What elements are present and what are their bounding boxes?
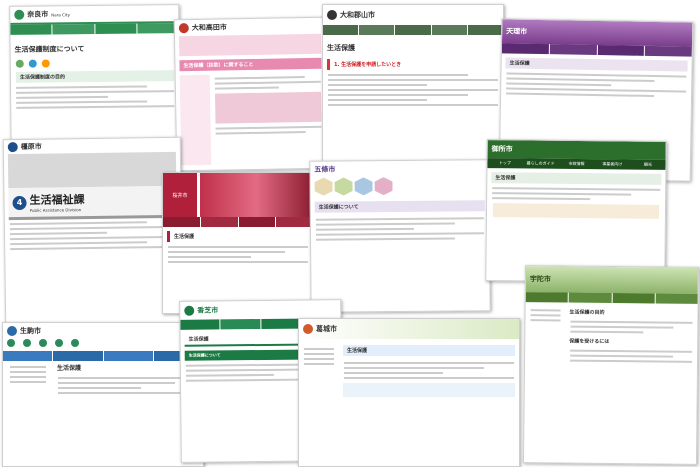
page-title: 生活保護 (491, 172, 662, 185)
nav-item[interactable]: 観光 (631, 160, 666, 170)
screenshot-uda: 宇陀市 生活保護の目的 保護を受けるには (522, 265, 700, 465)
yamatotakada-logo-icon (178, 23, 189, 34)
site-name: 宇陀市 (529, 275, 551, 284)
site-name: 大和郡山市 (340, 11, 375, 19)
kashihara-logo-icon (7, 142, 18, 153)
site-name: 御所市 (491, 145, 513, 154)
site-name: 天理市 (506, 27, 528, 36)
ikoma-logo-icon (7, 326, 17, 336)
page-title: 生活保護について (314, 200, 485, 213)
page-title: 生活保護 (343, 345, 515, 356)
nav-item[interactable]: 事業者向け (595, 159, 630, 169)
screenshot-katsuragi: 葛城市 生活保護 (298, 318, 520, 467)
page-title: 生活保護の目的 (569, 309, 605, 316)
screenshot-gojo: 五條市 生活保護について (309, 159, 491, 313)
nav-item[interactable]: 暮らしのガイド (523, 158, 558, 168)
page-title: 生活保護 (505, 57, 688, 72)
site-name: 橿原市 (20, 142, 42, 151)
page-title: 生活保護 (167, 231, 309, 242)
page-title: 生活保護制度について (14, 45, 85, 54)
site-name: 香芝市 (197, 306, 219, 315)
section-heading: 保護を受けるには (569, 338, 610, 345)
nav-item[interactable]: 市政情報 (559, 159, 594, 169)
screenshot-yamatotakada: 大和高田市 生活保護（扶助）に関すること (173, 16, 329, 172)
yamatokoriyama-logo-icon (327, 10, 337, 20)
site-name: 五條市 (314, 165, 336, 174)
site-name: 生駒市 (20, 327, 41, 335)
site-name: 葛城市 (316, 325, 337, 333)
site-name: 奈良市 (27, 10, 49, 19)
sign-jp: 生活福祉課 (29, 193, 85, 207)
sign-en: Public Assistance Division (29, 207, 82, 213)
section-heading: 1. 生活保護を申請したいとき (327, 59, 499, 70)
site-name: 大和高田市 (191, 23, 227, 33)
site-sub: Nara City (51, 11, 70, 17)
nav-item[interactable]: トップ (487, 158, 522, 168)
kashiba-logo-icon (184, 305, 195, 316)
page-title: 生活保護（扶助）に関すること (179, 57, 322, 72)
sign-number: 4 (12, 195, 27, 210)
screenshot-kashihara: 橿原市 4 生活福祉課 Public Assistance Division (2, 136, 184, 332)
page-title: 生活保護 (327, 44, 355, 52)
section-heading: 生活保護制度の目的 (15, 70, 174, 83)
katsuragi-logo-icon (303, 324, 313, 334)
nara-logo-icon (14, 9, 25, 20)
screenshot-ikoma: 生駒市 生活保護 (2, 322, 204, 467)
screenshot-sakurai: 桜井市 生活保護 (162, 172, 314, 314)
site-name: 桜井市 (163, 173, 197, 217)
screenshot-gose: 御所市 トップ 暮らしのガイド 市政情報 事業者向け 観光 生活保護 (485, 139, 667, 283)
